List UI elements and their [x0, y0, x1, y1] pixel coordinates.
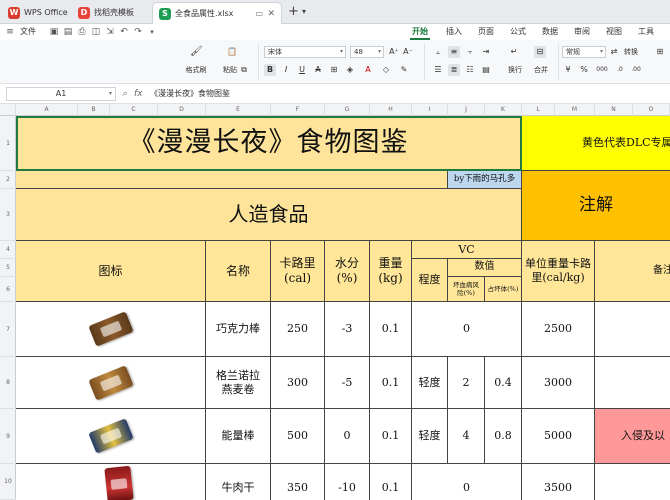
author-cell[interactable]: by下雨的马孔多 — [448, 171, 522, 189]
category-cell[interactable]: 人造食品 — [16, 189, 522, 241]
item-name-cell[interactable]: 格兰诺拉燕麦卷 — [206, 357, 271, 409]
header-value-cell[interactable]: 数值 — [448, 259, 522, 277]
header-ratio-cell[interactable]: 占坏体(%) — [485, 277, 522, 302]
item-vc-cell[interactable]: 0 — [412, 302, 522, 357]
header-calories-cell[interactable]: 卡路里(cal) — [271, 241, 325, 302]
empty-cell[interactable] — [16, 171, 448, 189]
header-scurvy-risk-cell[interactable]: 坏血病风险(%) — [448, 277, 485, 302]
item-vc-cell[interactable]: 0 — [412, 464, 522, 500]
item-icon-cell[interactable] — [16, 409, 206, 464]
item-water-cell[interactable]: -3 — [325, 302, 370, 357]
item-cal-per-kg-cell[interactable]: 3500 — [522, 464, 595, 500]
header-weight-cell[interactable]: 重量(kg) — [370, 241, 412, 302]
item-remark-cell[interactable] — [595, 302, 670, 357]
item-water-cell[interactable]: -5 — [325, 357, 370, 409]
item-weight-cell[interactable]: 0.1 — [370, 409, 412, 464]
item-cal-per-kg-cell[interactable]: 5000 — [522, 409, 595, 464]
header-vc-cell[interactable]: VC — [412, 241, 522, 259]
item-name-cell[interactable]: 牛肉干 — [206, 464, 271, 500]
item-remark-cell[interactable]: 入侵及以 — [595, 409, 670, 464]
item-ratio-cell[interactable]: 0.8 — [485, 409, 522, 464]
item-degree-cell[interactable]: 轻度 — [412, 409, 448, 464]
item-degree-cell[interactable]: 轻度 — [412, 357, 448, 409]
item-weight-cell[interactable]: 0.1 — [370, 357, 412, 409]
item-icon-cell[interactable] — [16, 302, 206, 357]
header-degree-cell[interactable]: 程度 — [412, 259, 448, 302]
item-calories-cell[interactable]: 250 — [271, 302, 325, 357]
energy-bar-icon — [88, 418, 134, 454]
dlc-note-cell[interactable]: 黄色代表DLC专属 — [522, 116, 670, 171]
notes-header-cell[interactable]: 注解 — [522, 171, 670, 241]
granola-bar-icon — [88, 365, 134, 401]
sheet-title-cell[interactable]: 《漫漫长夜》食物图鉴 — [16, 116, 522, 171]
item-remark-cell[interactable] — [595, 464, 670, 500]
spreadsheet-grid: 《漫漫长夜》食物图鉴 黄色代表DLC专属 by下雨的马孔多 注解 人造食品 图标… — [0, 0, 670, 500]
item-cal-per-kg-cell[interactable]: 3000 — [522, 357, 595, 409]
item-risk-cell[interactable]: 2 — [448, 357, 485, 409]
item-water-cell[interactable]: 0 — [325, 409, 370, 464]
item-icon-cell[interactable] — [16, 357, 206, 409]
item-weight-cell[interactable]: 0.1 — [370, 464, 412, 500]
wps-spreadsheet-window: W WPS Office D 找稻壳模板 S 全食品属性.xlsx ▭ ✕ + … — [0, 0, 670, 500]
item-cal-per-kg-cell[interactable]: 2500 — [522, 302, 595, 357]
item-weight-cell[interactable]: 0.1 — [370, 302, 412, 357]
beef-jerky-icon — [104, 465, 134, 500]
header-icon-cell[interactable]: 图标 — [16, 241, 206, 302]
header-cal-per-kg-cell[interactable]: 单位重量卡路里(cal/kg) — [522, 241, 595, 302]
header-remarks-cell[interactable]: 备注 — [595, 241, 670, 302]
item-calories-cell[interactable]: 350 — [271, 464, 325, 500]
item-risk-cell[interactable]: 4 — [448, 409, 485, 464]
item-calories-cell[interactable]: 500 — [271, 409, 325, 464]
item-name-cell[interactable]: 能量棒 — [206, 409, 271, 464]
item-calories-cell[interactable]: 300 — [271, 357, 325, 409]
item-ratio-cell[interactable]: 0.4 — [485, 357, 522, 409]
item-remark-cell[interactable] — [595, 357, 670, 409]
header-name-cell[interactable]: 名称 — [206, 241, 271, 302]
header-water-cell[interactable]: 水分(%) — [325, 241, 370, 302]
chocolate-bar-icon — [88, 311, 134, 347]
item-water-cell[interactable]: -10 — [325, 464, 370, 500]
item-name-cell[interactable]: 巧克力棒 — [206, 302, 271, 357]
item-icon-cell[interactable] — [16, 464, 206, 500]
